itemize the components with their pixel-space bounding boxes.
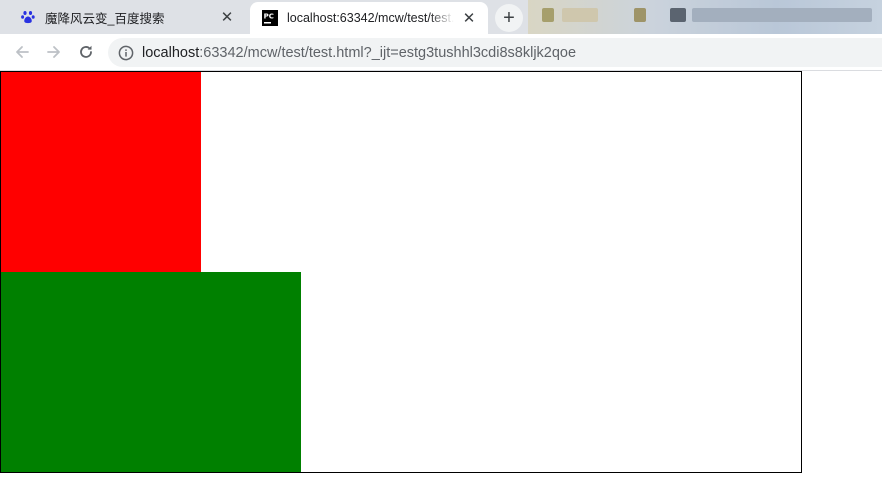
arrow-right-icon	[47, 46, 60, 58]
reload-icon	[80, 45, 92, 58]
blurred-text	[692, 8, 872, 22]
baidu-paw-icon	[20, 9, 36, 25]
red-box	[1, 72, 201, 272]
url-path: :63342/mcw/test/test.html?_ijt=estg3tush…	[199, 44, 577, 61]
forward-button[interactable]	[41, 39, 67, 65]
pycharm-icon: PC	[262, 10, 278, 26]
close-tab-icon[interactable]: ✕	[218, 8, 236, 26]
address-bar[interactable]: localhost:63342/mcw/test/test.html?_ijt=…	[108, 38, 882, 67]
blurred-text	[562, 8, 598, 22]
arrow-left-icon	[16, 46, 29, 58]
close-tab-icon[interactable]: ✕	[460, 9, 478, 27]
page-viewport	[0, 71, 882, 502]
blurred-icon	[542, 8, 554, 22]
tab-strip: 魔降风云变_百度搜索 ✕ PC localhost:63342/mcw/test…	[0, 0, 882, 34]
reload-button[interactable]	[73, 39, 99, 65]
url-text: localhost:63342/mcw/test/test.html?_ijt=…	[142, 45, 576, 61]
tab-title: 魔降风云变_百度搜索	[45, 11, 165, 26]
new-tab-button[interactable]: +	[495, 4, 523, 32]
info-icon[interactable]	[118, 45, 134, 61]
green-box	[1, 272, 301, 472]
tab-baidu-search[interactable]: 魔降风云变_百度搜索 ✕	[8, 0, 246, 34]
url-host: localhost	[142, 44, 200, 61]
back-button[interactable]	[9, 39, 35, 65]
pycharm-icon-text: PC	[264, 13, 274, 21]
blurred-icon	[634, 8, 646, 22]
browser-toolbar: localhost:63342/mcw/test/test.html?_ijt=…	[0, 34, 882, 71]
blurred-icon	[670, 8, 686, 22]
bordered-container	[0, 71, 802, 473]
tab-title: localhost:63342/mcw/test/test.html?_ijt=…	[287, 11, 454, 25]
tab-localhost-test[interactable]: PC localhost:63342/mcw/test/test.html?_i…	[250, 2, 488, 34]
blurred-window-region	[528, 0, 882, 34]
